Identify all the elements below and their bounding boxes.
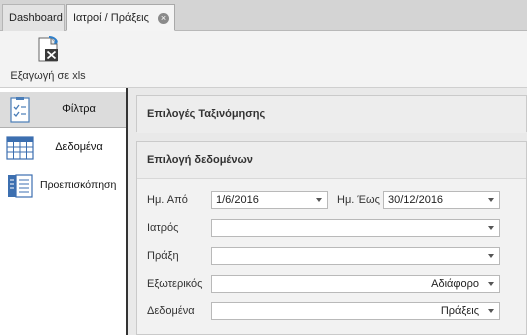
- export-xls-icon: [38, 36, 58, 62]
- nav-item-data[interactable]: Δεδομένα: [0, 130, 126, 166]
- external-value: Αδιάφορο: [431, 278, 479, 290]
- export-xls-button[interactable]: Εξαγωγή σε xls: [4, 33, 92, 85]
- export-label: Εξαγωγή σε xls: [10, 70, 86, 82]
- sort-options-title: Επιλογές Ταξινόμησης: [137, 96, 526, 133]
- tab-doctors-actions[interactable]: Ιατροί / Πράξεις ×: [66, 4, 175, 31]
- data-value: Πράξεις: [440, 305, 479, 317]
- doctor-label: Ιατρός: [147, 222, 179, 234]
- chevron-down-icon[interactable]: [316, 198, 322, 202]
- doctor-select[interactable]: [211, 219, 500, 237]
- tab-dashboard[interactable]: Dashboard: [2, 4, 65, 31]
- close-icon[interactable]: ×: [158, 13, 169, 24]
- date-to-value: 30/12/2016: [388, 194, 444, 206]
- data-selection-section: Επιλογή δεδομένων Ημ. Από 1/6/2016 Ημ. Έ…: [136, 141, 527, 335]
- chevron-down-icon[interactable]: [488, 309, 494, 313]
- nav-label-data: Δεδομένα: [55, 141, 103, 153]
- document-preview-icon: [8, 174, 33, 198]
- date-to-label: Ημ. Έως: [337, 194, 380, 206]
- tab-bar: Dashboard Ιατροί / Πράξεις ×: [0, 0, 527, 31]
- external-select[interactable]: Αδιάφορο: [211, 275, 500, 293]
- date-to-picker[interactable]: 30/12/2016: [383, 191, 500, 209]
- nav-item-preview[interactable]: Προεπισκόπηση: [0, 168, 126, 204]
- tab-label: Ιατροί / Πράξεις: [73, 12, 149, 24]
- date-from-label: Ημ. Από: [147, 194, 188, 206]
- external-label: Εξωτερικός: [147, 278, 203, 290]
- nav-label-preview: Προεπισκόπηση: [40, 179, 117, 191]
- chevron-down-icon[interactable]: [488, 254, 494, 258]
- chevron-down-icon[interactable]: [488, 198, 494, 202]
- chevron-down-icon[interactable]: [488, 226, 494, 230]
- data-select[interactable]: Πράξεις: [211, 302, 500, 320]
- data-label: Δεδομένα: [147, 305, 195, 317]
- sort-options-section[interactable]: Επιλογές Ταξινόμησης: [136, 95, 527, 133]
- action-select[interactable]: [211, 247, 500, 265]
- nav-item-filters[interactable]: Φίλτρα: [0, 92, 126, 128]
- date-from-picker[interactable]: 1/6/2016: [211, 191, 328, 209]
- table-grid-icon: [6, 136, 34, 160]
- main-panel: Επιλογές Ταξινόμησης Επιλογή δεδομένων Η…: [128, 88, 527, 335]
- toolbar: Εξαγωγή σε xls: [0, 31, 527, 88]
- data-selection-title: Επιλογή δεδομένων: [137, 142, 526, 179]
- checklist-icon: [10, 97, 30, 123]
- action-label: Πράξη: [147, 250, 179, 262]
- date-from-value: 1/6/2016: [216, 194, 259, 206]
- chevron-down-icon[interactable]: [488, 282, 494, 286]
- left-nav: Φίλτρα Δεδομένα Προεπισκόπηση: [0, 88, 128, 335]
- nav-label-filters: Φίλτρα: [62, 103, 96, 115]
